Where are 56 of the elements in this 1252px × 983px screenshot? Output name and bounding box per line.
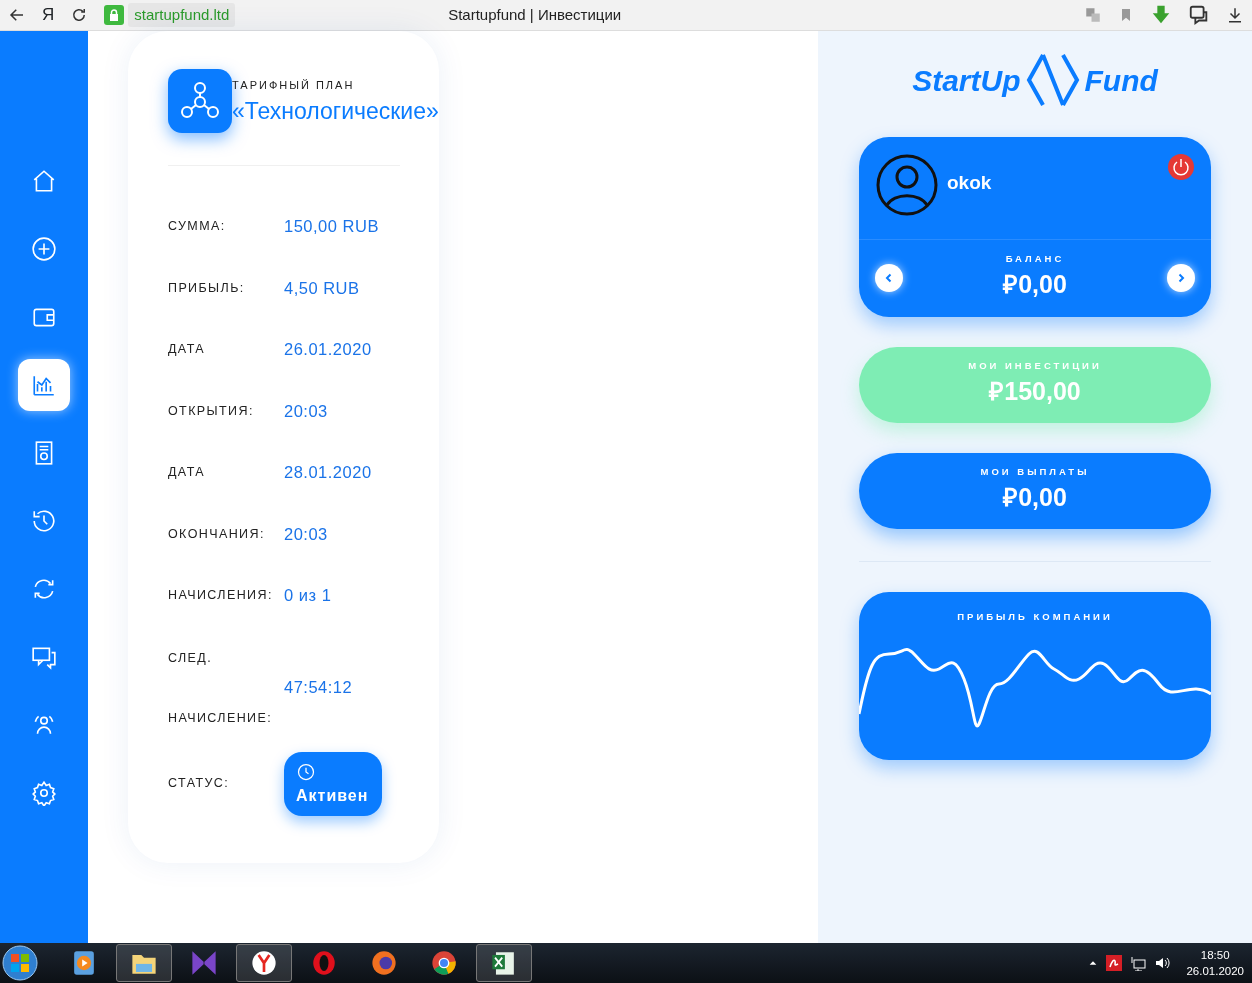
antivirus-icon[interactable] xyxy=(1106,955,1123,971)
power-icon[interactable] xyxy=(1167,153,1195,181)
stat-label: МОИ ИНВЕСТИЦИИ xyxy=(968,359,1102,374)
detail-value: 20:03 xyxy=(284,400,328,422)
detail-value: 47:54:12 xyxy=(284,677,353,699)
logo-text: StartUp xyxy=(912,62,1021,99)
stat-label: МОИ ВЫПЛАТЫ xyxy=(980,465,1090,480)
detail-value: 4,50 RUB xyxy=(284,277,360,299)
detail-label: СУММА: xyxy=(168,218,227,236)
plan-caption: ТАРИФНЫЙ ПЛАН xyxy=(232,78,356,93)
volume-icon[interactable] xyxy=(1154,955,1171,971)
detail-value: 28.01.2020 xyxy=(284,462,372,484)
download-arrow-icon[interactable] xyxy=(1150,4,1172,26)
lock-icon xyxy=(104,5,125,25)
taskbar-app[interactable] xyxy=(116,944,172,982)
detail-label: ДАТА xyxy=(168,341,206,359)
clock-time[interactable]: 18:50 xyxy=(1186,947,1244,963)
back-icon[interactable] xyxy=(8,6,26,24)
clock-date[interactable]: 26.01.2020 xyxy=(1186,963,1244,979)
plus-circle-icon xyxy=(31,236,57,262)
logo-text: Fund xyxy=(1084,62,1158,99)
balance-label: БАЛАНС xyxy=(1004,252,1066,267)
balance-value: ₽0,00 xyxy=(1003,269,1067,301)
detail-value: 150,00 RUB xyxy=(284,216,379,238)
page-title: Startupfund | Инвестиции xyxy=(447,4,623,25)
detail-value: 26.01.2020 xyxy=(284,339,372,361)
previous-button[interactable] xyxy=(875,264,903,292)
network-icon[interactable] xyxy=(1130,955,1147,971)
taskbar-app[interactable] xyxy=(476,944,532,982)
avatar-icon xyxy=(875,153,939,217)
detail-label: СЛЕД. НАЧИСЛЕНИЕ: xyxy=(168,649,274,727)
clock-icon xyxy=(296,762,316,783)
browser-logo[interactable]: Я xyxy=(42,2,55,28)
detail-label: СТАТУС: xyxy=(168,775,231,793)
detail-label: ДАТА xyxy=(168,464,206,482)
stat-value: ₽150,00 xyxy=(989,376,1081,408)
detail-value: 0 из 1 xyxy=(284,585,332,607)
status-button[interactable]: Активен xyxy=(284,751,383,816)
start-button[interactable] xyxy=(0,943,40,983)
download-icon[interactable] xyxy=(1226,6,1244,24)
home-icon xyxy=(31,168,57,194)
plan-name: «Технологические» xyxy=(232,96,439,126)
settings-icon xyxy=(31,780,57,806)
sidebar-item[interactable] xyxy=(18,359,70,411)
history-icon xyxy=(31,508,57,534)
detail-label: НАЧИСЛЕНИЯ: xyxy=(168,587,274,605)
detail-label: ОТКРЫТИЯ: xyxy=(168,402,255,420)
taskbar-app[interactable] xyxy=(236,944,292,982)
next-button[interactable] xyxy=(1167,264,1195,292)
plan-icon xyxy=(168,69,232,133)
detail-label: ОКОНЧАНИЯ: xyxy=(168,525,266,543)
detail-label: ПРИБЫЛЬ: xyxy=(168,279,246,297)
username: okok xyxy=(947,171,993,195)
stat-value: ₽0,00 xyxy=(1003,482,1067,514)
chart-title: ПРИБЫЛЬ КОМПАНИИ xyxy=(956,610,1114,624)
detail-value: 20:03 xyxy=(284,523,328,545)
